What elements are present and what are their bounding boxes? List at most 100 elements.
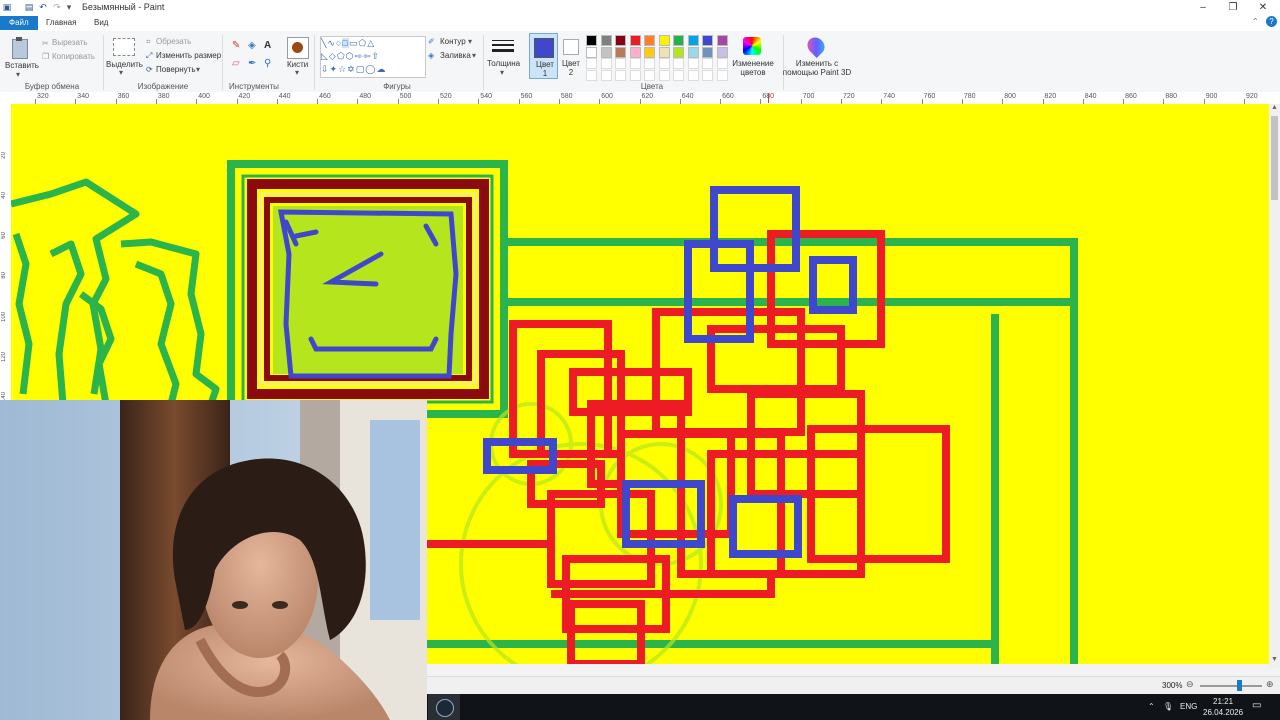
palette-swatch[interactable]: [586, 35, 597, 46]
shapes-gallery[interactable]: ╲∿○□▭⬠△ ◺◇⬠⬡⇨⇦⇧ ⇩✦☆✡▢◯☁: [320, 36, 426, 78]
palette-swatch[interactable]: [644, 58, 655, 69]
outline-dropdown-icon[interactable]: ▾: [468, 37, 472, 46]
select-button[interactable]: Выделить: [106, 60, 143, 69]
tab-file[interactable]: Файл: [0, 16, 38, 30]
shape-diamond-icon[interactable]: ◇: [329, 51, 337, 61]
shape-right-triangle-icon[interactable]: ◺: [321, 51, 329, 61]
palette-swatch[interactable]: [716, 46, 728, 58]
palette-swatch[interactable]: [586, 46, 597, 58]
undo-icon[interactable]: ↶: [38, 2, 48, 12]
brushes-dropdown-icon[interactable]: ▾: [295, 68, 299, 77]
microphone-icon[interactable]: 🎙: [1163, 702, 1173, 711]
magnifier-icon[interactable]: ⚲: [264, 58, 271, 69]
palette-swatch[interactable]: [600, 46, 612, 58]
select-icon[interactable]: [113, 38, 135, 56]
size-icon[interactable]: [492, 39, 514, 55]
shape-hexagon-icon[interactable]: ⬡: [346, 51, 355, 61]
fill-dropdown-icon[interactable]: ▾: [472, 51, 476, 60]
fill-bucket-icon[interactable]: ◈: [248, 40, 256, 51]
shape-arrow-down-icon[interactable]: ⇩: [321, 64, 330, 74]
maximize-button[interactable]: ❐: [1218, 0, 1248, 15]
eraser-icon[interactable]: ▱: [232, 58, 240, 69]
crop-button[interactable]: Обрезать: [156, 37, 191, 46]
tab-home[interactable]: Главная: [37, 16, 85, 30]
fill-button[interactable]: Заливка: [440, 51, 471, 60]
palette-swatch[interactable]: [600, 69, 612, 81]
vertical-scrollbar[interactable]: ▲ ▼: [1269, 104, 1280, 668]
shape-callout-icon[interactable]: ▢: [356, 64, 366, 74]
palette-swatch[interactable]: [629, 46, 641, 58]
customize-quick-access-icon[interactable]: ▾: [64, 2, 74, 12]
minimize-button[interactable]: –: [1188, 0, 1218, 15]
language-indicator[interactable]: ENG: [1180, 702, 1197, 711]
clock-time[interactable]: 21:21: [1213, 697, 1233, 706]
palette-swatch[interactable]: [716, 58, 728, 69]
palette-swatch[interactable]: [644, 46, 655, 58]
taskbar-steam-button[interactable]: [428, 694, 460, 720]
palette-swatch[interactable]: [687, 58, 699, 69]
text-tool-icon[interactable]: A: [264, 40, 271, 51]
palette-swatch[interactable]: [600, 58, 612, 69]
clock-date[interactable]: 26.04.2026: [1203, 708, 1243, 717]
notifications-icon[interactable]: ▭: [1252, 700, 1261, 711]
redo-icon[interactable]: ↷: [52, 2, 62, 12]
shape-polygon-icon[interactable]: ⬠: [358, 38, 367, 48]
zoom-slider-thumb[interactable]: [1237, 680, 1243, 691]
shape-arrow-right-icon[interactable]: ⇨: [355, 51, 364, 61]
shape-callout-oval-icon[interactable]: ◯: [365, 64, 376, 74]
palette-swatch[interactable]: [687, 69, 699, 81]
pencil-icon[interactable]: ✎: [232, 40, 240, 51]
palette-swatch[interactable]: [716, 35, 728, 46]
palette-swatch[interactable]: [673, 58, 684, 69]
shape-arrow-up-icon[interactable]: ⇧: [372, 51, 381, 61]
palette-swatch[interactable]: [600, 35, 612, 46]
color-picker-icon[interactable]: ✒: [248, 58, 256, 69]
zoom-slider[interactable]: [1200, 685, 1262, 687]
vertical-scroll-thumb[interactable]: [1271, 116, 1278, 200]
palette-swatch[interactable]: [629, 35, 641, 46]
shape-triangle-icon[interactable]: △: [367, 38, 375, 48]
rotate-dropdown-icon[interactable]: ▾: [196, 65, 200, 74]
shape-pentagon-icon[interactable]: ⬠: [337, 51, 346, 61]
palette-swatch[interactable]: [673, 69, 684, 81]
size-button[interactable]: Толщина: [487, 59, 520, 68]
palette-swatch[interactable]: [673, 35, 684, 46]
color1-button[interactable]: Цвет 1: [529, 33, 558, 79]
palette-swatch[interactable]: [702, 35, 713, 46]
paste-dropdown-icon[interactable]: ▾: [16, 70, 20, 79]
save-icon[interactable]: ▤: [24, 2, 34, 12]
shape-star5-icon[interactable]: ☆: [338, 64, 347, 74]
palette-swatch[interactable]: [586, 69, 597, 81]
zoom-out-icon[interactable]: ⊖: [1186, 679, 1194, 690]
shape-cloud-icon[interactable]: ☁: [376, 64, 386, 74]
palette-swatch[interactable]: [702, 58, 713, 69]
palette-swatch[interactable]: [658, 35, 670, 46]
palette-swatch[interactable]: [658, 58, 670, 69]
paint3d-icon[interactable]: [803, 33, 829, 59]
palette-swatch[interactable]: [673, 46, 684, 58]
color2-button[interactable]: Цвет 2: [560, 33, 582, 77]
palette-swatch[interactable]: [658, 69, 670, 81]
paste-button[interactable]: Вставить: [5, 61, 39, 70]
scroll-up-icon[interactable]: ▲: [1271, 104, 1278, 111]
edit-colors-icon[interactable]: [743, 37, 761, 55]
resize-button[interactable]: Изменить размер: [156, 51, 221, 60]
tab-view[interactable]: Вид: [85, 16, 117, 30]
zoom-in-icon[interactable]: ⊕: [1266, 679, 1274, 690]
shape-star6-icon[interactable]: ✡: [347, 64, 356, 74]
outline-button[interactable]: Контур: [440, 37, 466, 46]
shape-curve-icon[interactable]: ∿: [327, 38, 336, 48]
paint3d-button[interactable]: Изменить с помощью Paint 3D: [782, 59, 852, 77]
scroll-down-icon[interactable]: ▼: [1271, 656, 1278, 663]
close-button[interactable]: ✕: [1248, 0, 1278, 15]
palette-swatch[interactable]: [615, 35, 626, 46]
palette-swatch[interactable]: [644, 35, 655, 46]
shape-rounded-rect-icon[interactable]: ▭: [349, 38, 359, 48]
palette-swatch[interactable]: [615, 69, 626, 81]
palette-swatch[interactable]: [687, 35, 699, 46]
palette-swatch[interactable]: [629, 69, 641, 81]
shape-arrow-left-icon[interactable]: ⇦: [363, 51, 372, 61]
palette-swatch[interactable]: [702, 46, 713, 58]
palette-swatch[interactable]: [687, 46, 699, 58]
clipboard-icon[interactable]: [10, 37, 28, 59]
